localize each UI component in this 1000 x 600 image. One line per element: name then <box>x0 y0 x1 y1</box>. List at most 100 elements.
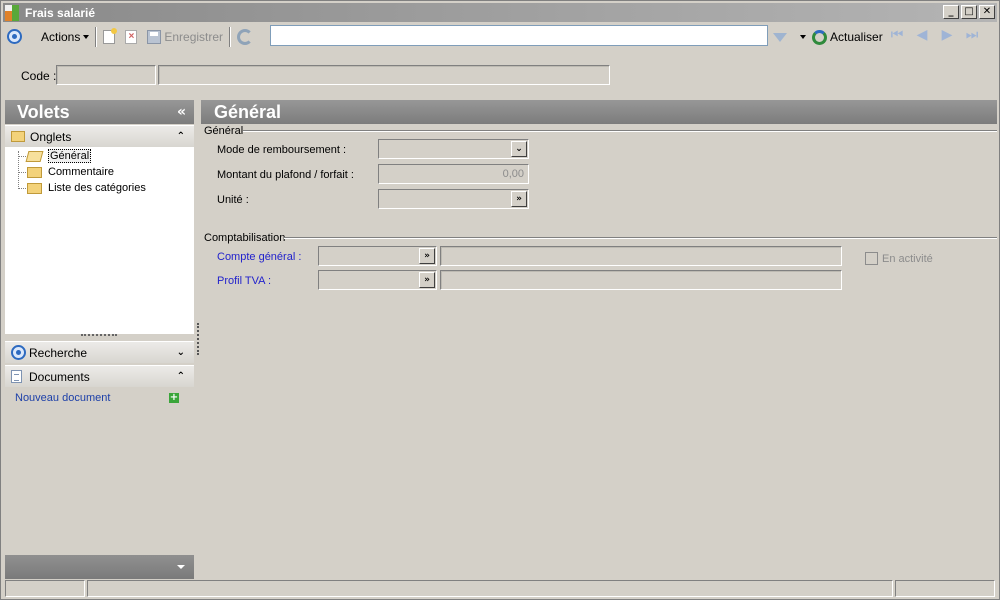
folder-icon <box>27 182 42 194</box>
ceiling-amount-label: Montant du plafond / forfait : <box>217 169 354 181</box>
search-group-header[interactable]: Recherche ⌄ <box>5 341 194 363</box>
accounting-section-title: Comptabilisation <box>204 232 286 244</box>
general-account-label[interactable]: Compte général : <box>217 251 301 263</box>
active-checkbox[interactable] <box>865 252 878 265</box>
general-account-select[interactable]: » <box>318 246 437 266</box>
tabs-group-header[interactable]: Onglets ⌃ <box>5 125 194 147</box>
window-title: Frais salarié <box>25 5 96 20</box>
new-document-link[interactable]: Nouveau document <box>15 392 110 404</box>
refresh-label: Actualiser <box>830 30 883 44</box>
save-button[interactable]: Enregistrer <box>144 26 226 48</box>
open-folder-icon <box>25 150 44 162</box>
filter-dropdown-button[interactable] <box>794 26 809 48</box>
double-chevron-down-icon[interactable]: » <box>419 248 435 264</box>
tree-item-label: Commentaire <box>48 166 115 178</box>
toolbar-separator <box>229 26 232 47</box>
ceiling-amount-value: 0,00 <box>502 168 524 180</box>
unit-select[interactable]: » <box>378 189 529 209</box>
navigation-circle-button[interactable] <box>3 26 25 48</box>
chevron-up-icon[interactable]: ⌃ <box>177 131 185 142</box>
reimbursement-mode-label: Mode de remboursement : <box>217 144 347 156</box>
vat-profile-name-field <box>440 270 842 290</box>
panel-splitter-handle[interactable] <box>81 334 117 337</box>
close-button[interactable]: ✕ <box>979 5 995 19</box>
new-document-icon <box>103 27 118 44</box>
toolbar-separator <box>95 26 98 47</box>
tree-connector <box>18 156 26 157</box>
label-field[interactable] <box>158 65 610 85</box>
tree-connector <box>18 188 26 189</box>
code-label: Code : <box>21 69 57 83</box>
tree-item-label: Liste des catégories <box>48 182 146 194</box>
save-label: Enregistrer <box>164 29 224 44</box>
vertical-splitter-handle[interactable] <box>197 323 199 355</box>
search-target-icon <box>11 345 26 360</box>
general-account-name-field <box>440 246 842 266</box>
folder-icon <box>11 131 25 142</box>
tree-item-general[interactable]: Général <box>25 148 92 164</box>
section-divider <box>284 237 997 239</box>
application-window: Frais salarié _ □ ✕ Actions × Enregistre… <box>0 0 1000 600</box>
double-chevron-down-icon[interactable]: » <box>419 272 435 288</box>
search-input[interactable] <box>271 26 767 45</box>
chevron-up-icon[interactable]: ⌃ <box>177 371 185 382</box>
next-record-icon[interactable]: ▶ <box>937 27 957 43</box>
tree-item-comment[interactable]: Commentaire <box>27 164 114 180</box>
refresh-button[interactable]: Actualiser <box>809 26 886 48</box>
panels-title: Volets <box>17 102 70 122</box>
target-icon <box>7 29 22 44</box>
last-record-icon[interactable]: ⏭ <box>962 27 982 43</box>
filter-icon <box>773 32 787 42</box>
app-logo-icon <box>5 4 21 21</box>
first-record-icon[interactable]: ⏮ <box>887 27 907 43</box>
unit-label: Unité : <box>217 194 249 206</box>
status-cell <box>5 580 85 597</box>
vat-profile-select[interactable]: » <box>318 270 437 290</box>
new-button[interactable] <box>100 26 118 48</box>
refresh-icon <box>812 29 827 45</box>
search-box[interactable] <box>270 25 768 46</box>
maximize-button[interactable]: □ <box>961 5 977 19</box>
panel-options-bar[interactable] <box>5 555 194 579</box>
code-field[interactable] <box>56 65 156 85</box>
minimize-button[interactable]: _ <box>943 5 959 19</box>
double-chevron-down-icon[interactable]: » <box>511 191 527 207</box>
search-group-label: Recherche <box>29 345 88 360</box>
section-divider <box>243 130 997 132</box>
chevron-down-icon[interactable]: ⌄ <box>511 141 527 157</box>
tree-item-categories[interactable]: Liste des catégories <box>27 180 146 196</box>
content-header: Général <box>201 100 997 124</box>
document-icon <box>11 370 22 383</box>
actions-menu-button[interactable]: Actions <box>35 26 92 48</box>
delete-button[interactable]: × <box>122 26 140 48</box>
save-icon <box>147 29 162 44</box>
ceiling-amount-field[interactable]: 0,00 <box>378 164 529 184</box>
delete-document-icon: × <box>125 29 138 44</box>
folder-icon <box>27 166 42 178</box>
chevron-down-icon <box>800 35 806 39</box>
page-title: Général <box>214 102 282 122</box>
sync-button[interactable] <box>234 26 256 48</box>
tree-connector <box>18 172 26 173</box>
status-cell <box>87 580 893 597</box>
toolbar: Actions × Enregistrer Actualiser ⏮ ◀ ▶ ⏭ <box>3 23 997 50</box>
title-bar: Frais salarié _ □ ✕ <box>3 3 997 22</box>
tabs-tree: Général Commentaire Liste des catégories <box>5 147 194 334</box>
vat-profile-label[interactable]: Profil TVA : <box>217 275 271 287</box>
actions-label: Actions <box>41 29 81 44</box>
status-bar <box>3 580 997 598</box>
documents-group-header[interactable]: Documents ⌃ <box>5 365 194 387</box>
status-cell <box>895 580 995 597</box>
chevron-down-icon <box>83 34 90 39</box>
panels-header: Volets « <box>5 100 194 124</box>
tabs-group-label: Onglets <box>30 129 72 144</box>
collapse-panel-icon[interactable]: « <box>177 100 186 124</box>
chevron-down-icon[interactable]: ⌄ <box>177 347 185 358</box>
sync-icon <box>237 28 254 45</box>
reimbursement-mode-select[interactable]: ⌄ <box>378 139 529 159</box>
general-section-title: Général <box>204 125 244 137</box>
add-icon[interactable]: + <box>169 393 179 403</box>
filter-button[interactable] <box>770 26 790 48</box>
documents-group-label: Documents <box>29 369 90 384</box>
previous-record-icon[interactable]: ◀ <box>912 27 932 43</box>
